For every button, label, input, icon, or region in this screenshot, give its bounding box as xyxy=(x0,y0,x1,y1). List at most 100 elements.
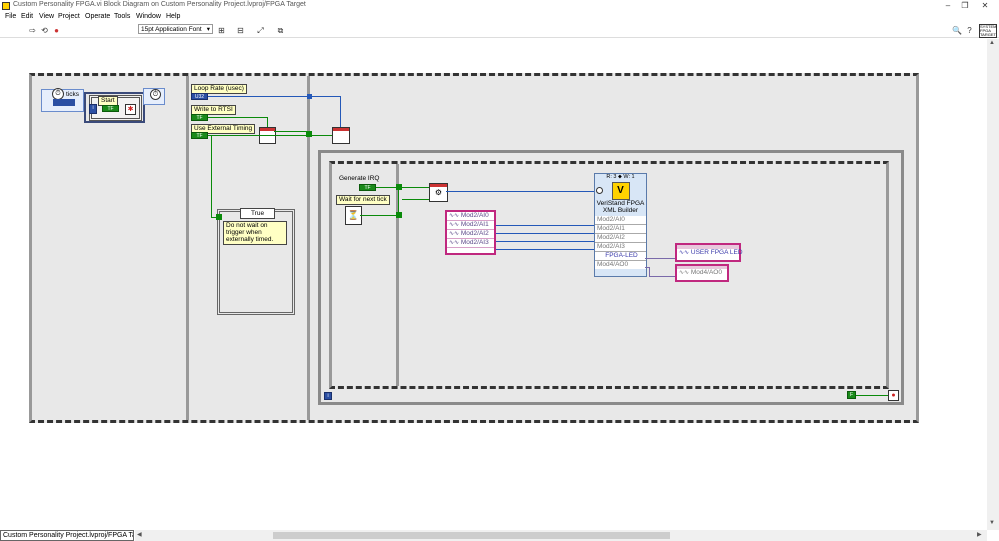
wait-tick-label: Wait for next tick xyxy=(336,195,390,205)
menu-file[interactable]: File xyxy=(5,13,16,20)
loop-rate-control[interactable]: U32 xyxy=(191,93,208,100)
u32-wire xyxy=(446,191,594,192)
loop-condition-icon: ● xyxy=(888,390,899,401)
builder-row[interactable]: Mod2/AI3 xyxy=(595,243,646,252)
ctx-line: TARGET xyxy=(980,32,996,37)
io-node-ao[interactable]: ∿∿ Mod4/AO0 xyxy=(675,264,729,282)
builder-row[interactable]: Mod2/AI2 xyxy=(595,234,646,243)
menu-bar: File Edit View Project Operate Tools Win… xyxy=(0,12,999,23)
case-selector-terminal xyxy=(216,214,222,220)
io-row[interactable]: ∿∿ USER FPGA LED xyxy=(677,249,743,257)
io-row[interactable]: ∿∿ Mod2/AI0 xyxy=(447,212,494,221)
timer-icon: ⏱ xyxy=(150,89,161,100)
case-selector[interactable]: True xyxy=(240,208,275,219)
bool-wire xyxy=(208,117,267,118)
io-row[interactable]: ∿∿ Mod2/AI1 xyxy=(447,221,494,230)
bool-wire xyxy=(208,135,332,136)
u32-wire xyxy=(496,249,594,250)
io-row-label: Mod4/AO0 xyxy=(690,269,722,276)
veristand-header: R: 3 ⬥ W: 1 xyxy=(606,174,635,180)
timer-icon xyxy=(596,187,603,194)
irq-node[interactable]: ⚙ xyxy=(429,183,448,202)
run-arrow-icon[interactable]: ⇨ xyxy=(28,26,37,35)
menu-view[interactable]: View xyxy=(39,13,54,20)
iteration-terminal: i xyxy=(89,104,97,114)
bool-wire xyxy=(402,199,429,200)
sequence-tunnel xyxy=(396,212,402,218)
builder-row[interactable]: Mod4/AO0 xyxy=(595,261,646,269)
bool-wire xyxy=(856,395,888,396)
io-node-led[interactable]: ∿∿ USER FPGA LED xyxy=(675,243,743,262)
io-row-label: Mod2/AI3 xyxy=(460,239,489,246)
generate-irq-control[interactable]: TF xyxy=(359,184,376,191)
menu-edit[interactable]: Edit xyxy=(21,13,33,20)
io-wire xyxy=(645,258,675,259)
io-row[interactable]: ∿∿ Mod2/AI2 xyxy=(447,230,494,239)
scroll-right-icon[interactable]: ▶ xyxy=(977,531,982,538)
io-row-label: Mod2/AI0 xyxy=(460,212,489,219)
close-button[interactable]: ✕ xyxy=(975,0,995,12)
labview-app-icon xyxy=(2,2,10,10)
scroll-left-icon[interactable]: ◀ xyxy=(137,531,142,538)
builder-row[interactable]: Mod2/AI1 xyxy=(595,225,646,234)
io-row-label: Mod2/AI2 xyxy=(460,230,489,237)
scroll-down-icon[interactable]: ▼ xyxy=(989,520,995,526)
use-ext-timing-control[interactable]: TF xyxy=(191,132,208,139)
bool-wire xyxy=(267,117,268,127)
tick-count-output xyxy=(53,99,75,106)
io-row[interactable]: ∿∿ Mod4/AO0 xyxy=(677,269,727,277)
u32-wire xyxy=(496,233,594,234)
bool-wire xyxy=(211,135,212,217)
io-wire xyxy=(649,276,675,277)
help-icon[interactable]: ? xyxy=(965,26,974,35)
abort-icon[interactable]: ● xyxy=(52,26,61,35)
menu-operate[interactable]: Operate xyxy=(85,13,110,20)
bool-wire xyxy=(398,187,399,215)
veristand-title-1: VeriStand FPGA xyxy=(596,200,645,207)
menu-window[interactable]: Window xyxy=(136,13,161,20)
reorder-icon[interactable]: ⧉ xyxy=(276,26,285,35)
generate-irq-label: Generate IRQ xyxy=(339,175,380,182)
case-selector-value: True xyxy=(250,210,265,217)
vertical-scrollbar[interactable] xyxy=(987,39,999,530)
builder-row[interactable]: FPGA-LED xyxy=(595,252,646,261)
veristand-title-2: XML Builder xyxy=(602,207,639,214)
sequence-frame-divider xyxy=(186,76,189,420)
io-row[interactable]: ∿∿ Mod2/AI3 xyxy=(447,239,494,248)
stop-constant[interactable]: F xyxy=(847,391,856,399)
io-row-label: Mod2/AI1 xyxy=(460,221,489,228)
search-icon[interactable]: 🔍 xyxy=(952,26,962,35)
fpga-io-node-2[interactable] xyxy=(332,127,350,144)
io-wire xyxy=(649,267,650,276)
horizontal-scroll-thumb[interactable] xyxy=(273,532,670,539)
io-row-label: USER FPGA LED xyxy=(690,249,743,256)
bool-wire xyxy=(402,187,429,188)
loop-iteration-terminal: i xyxy=(324,392,332,400)
scroll-up-icon[interactable]: ▲ xyxy=(989,40,995,46)
restore-button[interactable]: ❐ xyxy=(955,0,975,12)
bool-wire xyxy=(274,131,309,132)
builder-row[interactable]: Mod2/AI0 xyxy=(595,216,646,225)
stop-icon: ✱ xyxy=(125,104,136,115)
u32-wire xyxy=(340,96,341,127)
menu-help[interactable]: Help xyxy=(166,13,180,20)
menu-tools[interactable]: Tools xyxy=(114,13,130,20)
menu-project[interactable]: Project xyxy=(58,13,80,20)
sequence-tunnel xyxy=(307,94,312,99)
veristand-logo-icon: V xyxy=(611,182,630,200)
io-node-inputs[interactable]: ∿∿ Mod2/AI0 ∿∿ Mod2/AI1 ∿∿ Mod2/AI2 ∿∿ M… xyxy=(445,210,496,255)
u32-wire xyxy=(309,96,340,97)
run-continuously-icon[interactable]: ⟲ xyxy=(40,26,49,35)
u32-wire xyxy=(208,96,309,97)
start-boolean[interactable]: TF xyxy=(102,105,119,112)
u32-wire xyxy=(496,241,594,242)
title-bar: Custom Personality FPGA.vi Block Diagram… xyxy=(0,0,999,12)
align-objects-icon[interactable]: ⊞ xyxy=(217,26,226,35)
font-select[interactable]: 15pt Application Font ▾ xyxy=(138,24,213,34)
ticks-label: ticks xyxy=(66,91,79,98)
distribute-objects-icon[interactable]: ⊟ xyxy=(236,26,245,35)
context-help-icon[interactable]: SYSTEM FPGA TARGET xyxy=(979,24,997,38)
resize-objects-icon[interactable]: ⤢ xyxy=(256,26,265,35)
bool-wire xyxy=(360,215,398,216)
write-rtsi-control[interactable]: TF xyxy=(191,114,208,121)
